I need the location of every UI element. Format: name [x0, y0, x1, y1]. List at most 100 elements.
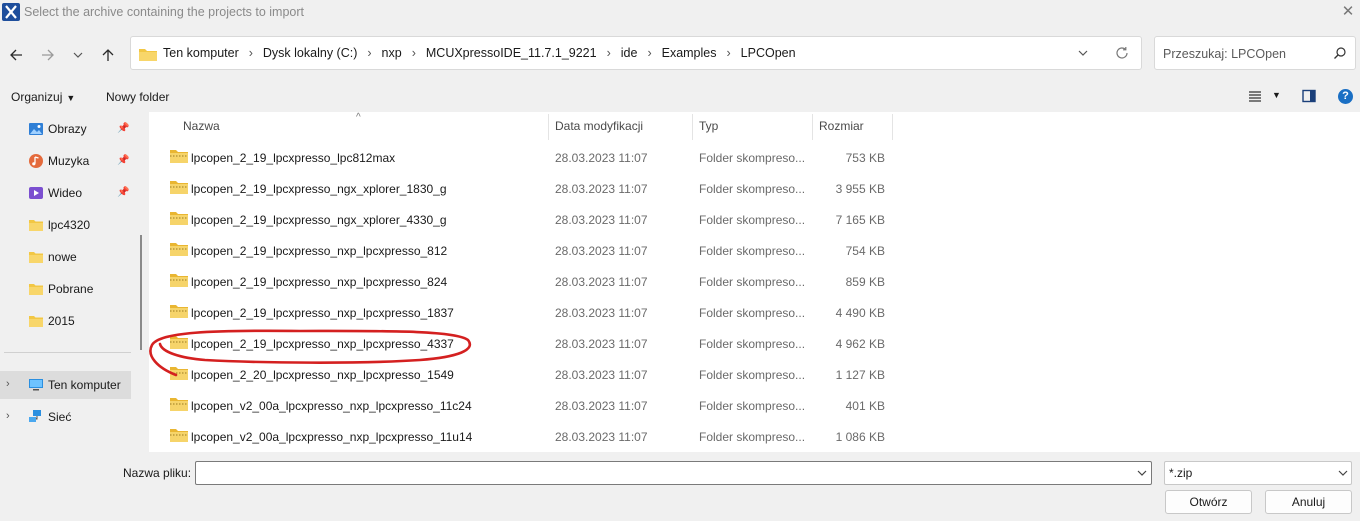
chevron-down-icon[interactable]: [1136, 466, 1148, 483]
address-dropdown-icon[interactable]: [1077, 46, 1089, 63]
file-size: 1 086 KB: [835, 430, 885, 444]
zip-folder-icon: [170, 273, 188, 290]
arrow-right-icon: [42, 49, 54, 61]
breadcrumb-item[interactable]: ide: [621, 46, 638, 60]
breadcrumb: Ten komputer › Dysk lokalny (C:) › nxp › MCUXp…: [163, 46, 796, 60]
folder-icon: [28, 249, 44, 265]
app-icon: [2, 3, 20, 21]
file-type-filter[interactable]: *.zip: [1164, 461, 1352, 485]
new-folder-button[interactable]: Nowy folder: [106, 90, 169, 104]
file-type: Folder skompreso...: [699, 368, 806, 382]
open-button[interactable]: Otwórz: [1165, 490, 1252, 514]
folder-icon: [28, 281, 44, 297]
sidebar-item-label: Obrazy: [48, 122, 87, 136]
zip-folder-icon: [170, 397, 188, 414]
view-options-icon[interactable]: [1248, 89, 1262, 106]
column-divider[interactable]: [812, 114, 813, 140]
breadcrumb-item[interactable]: Examples: [662, 46, 717, 60]
zip-folder-icon: [170, 304, 188, 321]
file-size: 3 955 KB: [835, 182, 885, 196]
sidebar-item-pobrane[interactable]: Pobrane: [0, 275, 133, 303]
chevron-down-icon: [73, 52, 83, 58]
sidebar-item-muzyka[interactable]: Muzyka 📌: [0, 147, 133, 175]
window-title: Select the archive containing the projec…: [24, 5, 305, 19]
computer-icon: [28, 377, 44, 393]
search-icon[interactable]: [1333, 46, 1347, 63]
breadcrumb-item[interactable]: LPCOpen: [741, 46, 796, 60]
sidebar-item-obrazy[interactable]: Obrazy 📌: [0, 115, 133, 143]
column-header-date[interactable]: Data modyfikacji: [555, 118, 643, 142]
column-header-size[interactable]: Rozmiar: [819, 118, 864, 142]
back-button[interactable]: [4, 40, 28, 68]
file-row[interactable]: lpcopen_2_20_lpcxpresso_nxp_lpcxpresso_1…: [149, 359, 1360, 390]
chevron-right-icon[interactable]: ›: [6, 410, 10, 422]
column-divider[interactable]: [892, 114, 893, 140]
search-input[interactable]: [1163, 45, 1323, 63]
refresh-icon[interactable]: [1115, 46, 1129, 63]
sidebar-item-label: 2015: [48, 314, 75, 328]
sidebar-item-lpc4320[interactable]: lpc4320: [0, 211, 133, 239]
file-date: 28.03.2023 11:07: [555, 182, 648, 196]
file-size: 754 KB: [845, 244, 885, 258]
forward-button[interactable]: [36, 40, 60, 68]
file-date: 28.03.2023 11:07: [555, 337, 648, 351]
column-header-name[interactable]: Nazwa: [183, 118, 220, 142]
caret-down-icon[interactable]: ▼: [1272, 90, 1281, 100]
file-name: lpcopen_2_19_lpcxpresso_nxp_lpcxpresso_8…: [191, 275, 448, 289]
file-date: 28.03.2023 11:07: [555, 368, 648, 382]
nav-scrollbar[interactable]: [140, 235, 142, 350]
file-row[interactable]: lpcopen_v2_00a_lpcxpresso_nxp_lpcxpresso…: [149, 390, 1360, 421]
zip-folder-icon: [170, 149, 188, 166]
up-button[interactable]: [96, 40, 120, 68]
sidebar-item-wideo[interactable]: Wideo 📌: [0, 179, 133, 207]
column-divider[interactable]: [692, 114, 693, 140]
breadcrumb-item[interactable]: nxp: [382, 46, 402, 60]
navigation-pane: Obrazy 📌 Muzyka 📌 Wideo 📌 lpc4320 nowe P…: [0, 112, 133, 452]
search-box[interactable]: [1154, 36, 1356, 70]
breadcrumb-item[interactable]: Ten komputer: [163, 46, 239, 60]
help-icon[interactable]: ?: [1338, 89, 1353, 104]
close-button[interactable]: ✕: [1338, 2, 1358, 22]
file-date: 28.03.2023 11:07: [555, 244, 648, 258]
filename-input[interactable]: [200, 465, 1120, 481]
breadcrumb-item[interactable]: MCUXpressoIDE_11.7.1_9221: [426, 46, 597, 60]
recent-locations-button[interactable]: [66, 40, 90, 68]
file-row[interactable]: lpcopen_2_19_lpcxpresso_lpc812max 28.03.…: [149, 142, 1360, 173]
filename-combobox[interactable]: [195, 461, 1152, 485]
column-header-type[interactable]: Typ: [699, 118, 718, 142]
file-row[interactable]: lpcopen_2_19_lpcxpresso_nxp_lpcxpresso_8…: [149, 266, 1360, 297]
breadcrumb-item[interactable]: Dysk lokalny (C:): [263, 46, 357, 60]
zip-folder-icon: [170, 366, 188, 383]
file-name: lpcopen_2_19_lpcxpresso_ngx_xplorer_1830…: [191, 182, 447, 196]
pin-icon: 📌: [117, 155, 130, 166]
sidebar-item-nowe[interactable]: nowe: [0, 243, 133, 271]
file-row[interactable]: lpcopen_2_19_lpcxpresso_nxp_lpcxpresso_1…: [149, 297, 1360, 328]
sidebar-item-ten-komputer[interactable]: › Ten komputer: [0, 371, 131, 399]
address-bar[interactable]: Ten komputer › Dysk lokalny (C:) › nxp › MCUXp…: [130, 36, 1142, 70]
file-row[interactable]: lpcopen_2_19_lpcxpresso_nxp_lpcxpresso_4…: [149, 328, 1360, 359]
column-divider[interactable]: [548, 114, 549, 140]
file-size: 4 490 KB: [835, 306, 885, 320]
sidebar-item-label: Ten komputer: [48, 378, 121, 392]
file-date: 28.03.2023 11:07: [555, 306, 648, 320]
sidebar-item-siec[interactable]: › Sieć: [0, 403, 133, 431]
file-name: lpcopen_2_19_lpcxpresso_nxp_lpcxpresso_8…: [191, 244, 448, 258]
file-row[interactable]: lpcopen_2_19_lpcxpresso_nxp_lpcxpresso_8…: [149, 235, 1360, 266]
divider: [4, 352, 131, 353]
file-date: 28.03.2023 11:07: [555, 430, 648, 444]
file-row[interactable]: lpcopen_2_19_lpcxpresso_ngx_xplorer_1830…: [149, 173, 1360, 204]
file-type: Folder skompreso...: [699, 275, 806, 289]
organize-label: Organizuj: [11, 90, 63, 104]
chevron-down-icon[interactable]: [1337, 466, 1349, 483]
file-size: 1 127 KB: [835, 368, 885, 382]
chevron-right-icon[interactable]: ›: [6, 378, 10, 390]
cancel-button[interactable]: Anuluj: [1265, 490, 1352, 514]
file-type: Folder skompreso...: [699, 213, 806, 227]
file-row[interactable]: lpcopen_2_19_lpcxpresso_ngx_xplorer_4330…: [149, 204, 1360, 235]
file-size: 4 962 KB: [835, 337, 885, 351]
sidebar-item-2015[interactable]: 2015: [0, 307, 133, 335]
arrow-left-icon: [10, 49, 22, 61]
preview-pane-icon[interactable]: [1302, 89, 1316, 106]
file-row[interactable]: lpcopen_v2_00a_lpcxpresso_nxp_lpcxpresso…: [149, 421, 1360, 452]
organize-menu[interactable]: Organizuj ▼: [11, 90, 75, 104]
